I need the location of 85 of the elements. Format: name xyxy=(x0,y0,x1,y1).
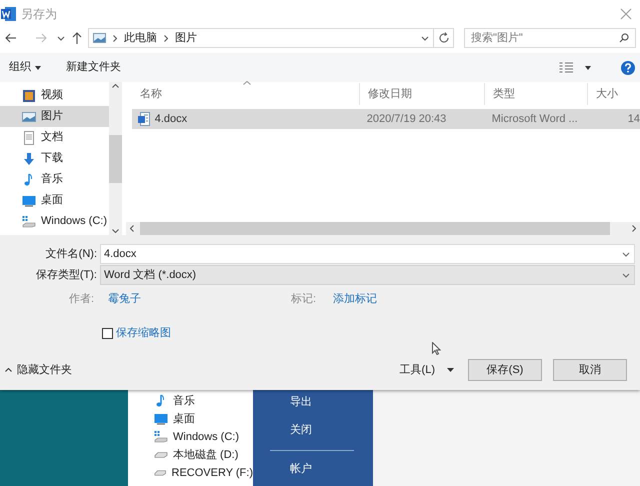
table-cell-text: Microsoft Word ... xyxy=(492,112,578,127)
file-type-dropdown[interactable]: Word 文档 (*.docx) xyxy=(100,265,635,285)
chevron-left-icon[interactable] xyxy=(130,225,134,232)
caret-icon xyxy=(35,66,41,70)
caret-icon xyxy=(447,368,454,372)
disk-drive-icon xyxy=(154,452,168,458)
menu-item[interactable]: 导出 xyxy=(290,394,373,410)
document-icon xyxy=(22,130,36,144)
column-header[interactable]: 大小 xyxy=(586,83,640,105)
tools-button[interactable]: 工具(L) xyxy=(400,362,454,378)
menu-item[interactable]: 关闭 xyxy=(290,422,373,438)
sort-chevron-icon xyxy=(242,81,251,85)
back-arrow-icon[interactable] xyxy=(5,33,17,43)
chevron-down-icon[interactable] xyxy=(112,229,119,233)
refresh-button[interactable] xyxy=(434,28,454,48)
column-header[interactable]: 修改日期 xyxy=(358,83,484,105)
pictures-folder-icon xyxy=(93,33,106,43)
drive-icon xyxy=(22,214,36,228)
desktop-monitor-icon xyxy=(154,412,168,426)
mouse-cursor-icon xyxy=(432,342,441,355)
table-cell-text: 4.docx xyxy=(154,112,188,127)
disk-drive-icon xyxy=(154,470,166,476)
chevron-up-icon[interactable] xyxy=(112,84,119,88)
word-document-icon xyxy=(138,112,150,126)
add-tags-link[interactable]: 添加标记 xyxy=(333,290,377,308)
window-title: 另存为 xyxy=(21,6,57,23)
nav-item[interactable]: Windows (C:) xyxy=(173,428,240,446)
checkbox-label[interactable]: 保存缩略图 xyxy=(116,324,171,342)
filename-field[interactable]: 4.docx xyxy=(100,244,635,264)
sidebar-item[interactable]: 视频 xyxy=(0,85,109,106)
checkbox[interactable] xyxy=(102,328,113,338)
chevron-down-icon xyxy=(622,252,630,256)
field-label: 标记: xyxy=(291,292,318,307)
file-row[interactable]: 4.docx 2020/7/19 20:43 Microsoft Word ... 14 xyxy=(132,109,640,129)
up-arrow-icon[interactable] xyxy=(72,32,82,44)
search-field[interactable]: 搜索"图片" xyxy=(464,28,636,48)
column-header[interactable]: 名称 xyxy=(132,83,359,105)
desktop-monitor-icon xyxy=(22,194,36,208)
table-cell-text: 14 xyxy=(628,112,640,127)
new-folder-button[interactable]: 新建文件夹 xyxy=(66,59,121,76)
chevron-down-icon[interactable] xyxy=(421,36,429,40)
nav-item[interactable]: 桌面 xyxy=(173,410,195,428)
field-label: 作者: xyxy=(68,292,95,307)
caret-icon[interactable] xyxy=(585,66,591,70)
chevron-right-icon xyxy=(113,34,117,42)
search-input[interactable]: 搜索"图片" xyxy=(471,30,619,46)
refresh-icon xyxy=(438,32,450,44)
organize-button[interactable]: 组织 xyxy=(9,59,41,76)
cancel-button[interactable]: 取消 xyxy=(553,359,627,381)
field-label: 文件名(N): xyxy=(44,246,98,262)
save-button[interactable]: 保存(S) xyxy=(468,359,542,381)
author-link[interactable]: 霉兔子 xyxy=(108,290,141,308)
chevron-right-icon xyxy=(164,34,168,42)
nav-item[interactable]: 音乐 xyxy=(173,392,195,410)
breadcrumb-item[interactable]: 图片 xyxy=(175,30,197,46)
hide-folders-button[interactable]: 隐藏文件夹 xyxy=(5,362,72,378)
drive-icon xyxy=(154,430,168,444)
sidebar-item[interactable]: 下载 xyxy=(0,148,109,169)
table-cell-text: 2020/7/19 20:43 xyxy=(366,112,446,127)
nav-item[interactable]: RECOVERY (F:) xyxy=(172,464,253,482)
video-film-icon xyxy=(22,88,36,102)
chevron-down-icon xyxy=(622,272,630,278)
picture-icon xyxy=(22,110,36,124)
help-icon[interactable] xyxy=(621,60,635,74)
view-list-icon[interactable] xyxy=(559,62,573,74)
sidebar-item[interactable]: Windows (C:) xyxy=(0,211,109,232)
scrollbar-thumb[interactable] xyxy=(108,134,122,182)
close-icon[interactable] xyxy=(620,8,632,20)
search-icon xyxy=(619,33,629,43)
chevron-up-icon xyxy=(5,368,12,372)
sidebar-item[interactable]: 桌面 xyxy=(0,190,109,211)
field-label: 保存类型(T): xyxy=(34,268,98,283)
menu-item[interactable]: 帐户 xyxy=(290,461,373,477)
breadcrumb-item[interactable]: 此电脑 xyxy=(124,30,157,46)
sidebar-item[interactable]: 图片 xyxy=(0,106,109,127)
vertical-scrollbar[interactable] xyxy=(108,82,122,235)
column-header[interactable]: 类型 xyxy=(484,83,587,105)
download-arrow-icon xyxy=(22,152,36,166)
chevron-right-icon[interactable] xyxy=(632,225,636,232)
chevron-down-icon[interactable] xyxy=(57,36,65,40)
filename-input[interactable]: 4.docx xyxy=(104,246,622,262)
sidebar-item[interactable]: 文档 xyxy=(0,127,109,148)
sidebar-item[interactable]: 音乐 xyxy=(0,169,109,190)
address-bar[interactable]: 此电脑 图片 xyxy=(88,28,434,48)
nav-item[interactable]: 本地磁盘 (D:) xyxy=(173,446,238,464)
